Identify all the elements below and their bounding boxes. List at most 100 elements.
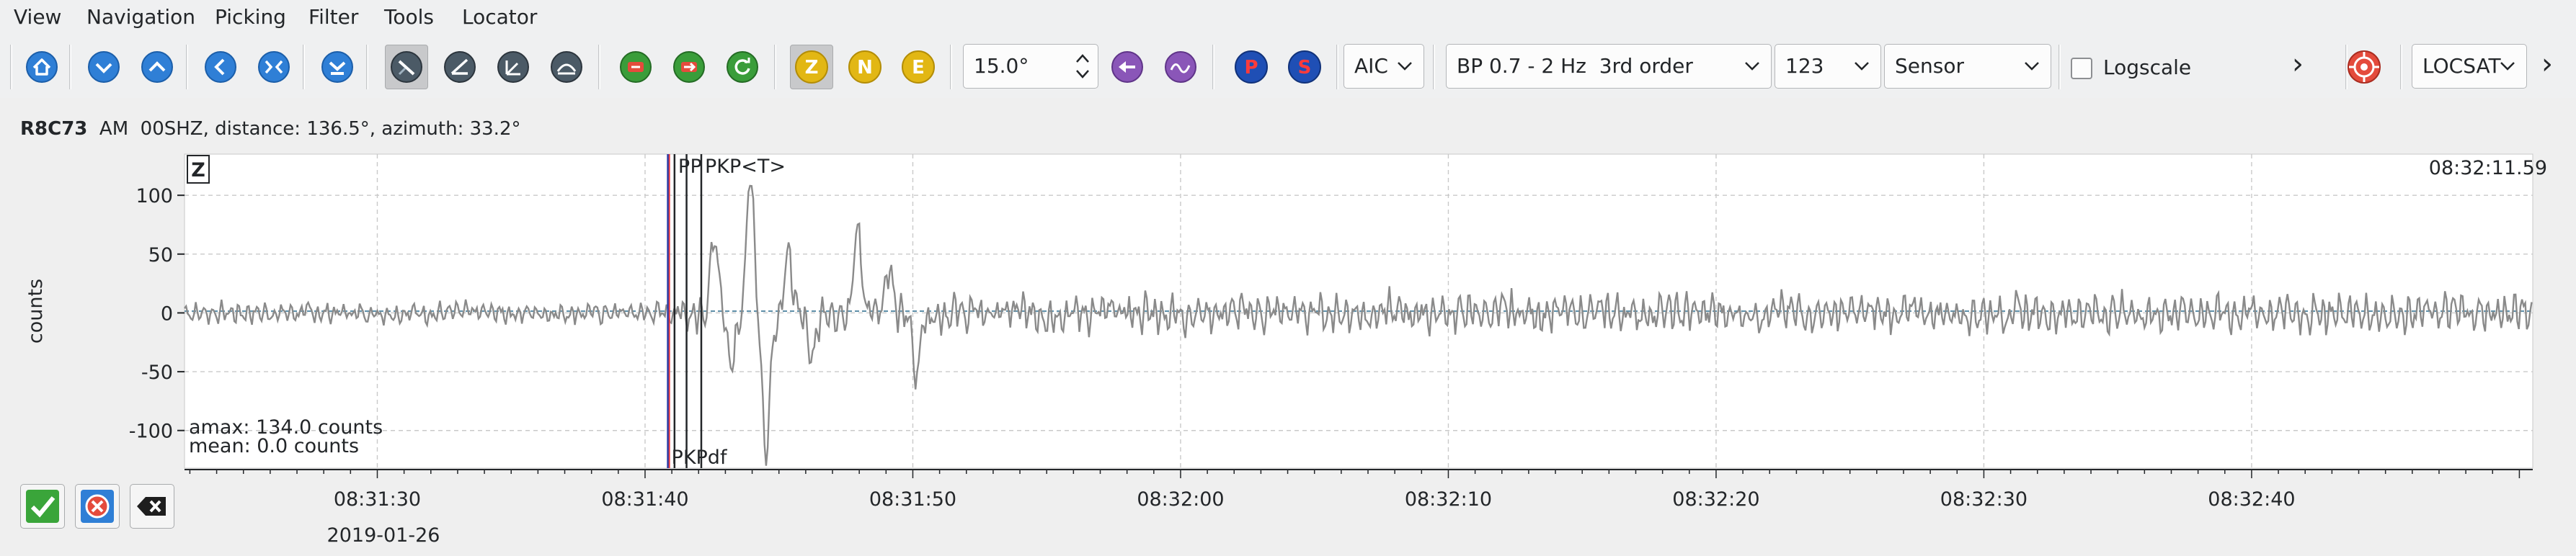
filter-number-value: 123: [1785, 54, 1824, 78]
angle-icon: [444, 51, 476, 83]
relocate-button[interactable]: [2342, 45, 2386, 89]
arrow-left-circle-icon: [205, 51, 236, 83]
locator-value: LOCSAT: [2422, 54, 2501, 78]
pick-p-button[interactable]: P: [1230, 45, 1273, 89]
phase-s-icon: S: [1288, 50, 1321, 84]
component-n-icon: N: [848, 50, 881, 84]
x-tick-label: 08:31:30: [334, 488, 421, 511]
y-tick-label: 50: [148, 244, 173, 266]
station-code: R8C73: [20, 118, 88, 140]
chevron-down-icon: [1398, 62, 1412, 71]
toolbar-separator: [186, 45, 188, 89]
align-origin-button[interactable]: [614, 45, 657, 89]
toolbar-separator: [366, 45, 368, 89]
chevron-down-icon: [2025, 62, 2039, 71]
zoom-fit-button[interactable]: [252, 45, 296, 89]
menu-navigation[interactable]: Navigation: [86, 4, 195, 30]
phase-s-letter: S: [1298, 57, 1312, 79]
radial-icon: [551, 51, 582, 83]
pick-label: P: [678, 156, 690, 178]
align-icon: [620, 51, 652, 83]
filter-value: BP 0.7 - 2 Hz 3rd order: [1457, 54, 1693, 78]
rotation-button[interactable]: [385, 45, 428, 89]
x-tick-label: 08:31:50: [869, 488, 956, 511]
reset-scale-button[interactable]: [316, 45, 359, 89]
backspace-icon: [137, 497, 166, 516]
zne-rotate-button[interactable]: [438, 45, 481, 89]
menu-view[interactable]: View: [14, 4, 61, 30]
y-axis-label: counts: [25, 279, 47, 344]
menu-picking[interactable]: Picking: [215, 4, 286, 30]
accept-button[interactable]: [20, 484, 65, 529]
mean-text: mean: 0.0 counts: [189, 435, 359, 457]
pick-increase-button[interactable]: [1159, 45, 1202, 89]
pick-left-icon: [1111, 51, 1143, 83]
lqt-rotate-button[interactable]: [492, 45, 535, 89]
x-tick-label: 08:31:40: [601, 488, 688, 511]
arrow-down-bar-icon: [321, 51, 353, 83]
toolbar-separator: [774, 45, 776, 89]
toolbar-more-button[interactable]: ›: [2292, 46, 2304, 82]
fit-width-icon: [258, 51, 290, 83]
filter-number-select[interactable]: 123: [1775, 44, 1881, 89]
toolbar-separator: [2058, 45, 2061, 89]
component-e-button[interactable]: E: [897, 45, 940, 89]
refresh-icon: [727, 51, 758, 83]
menu-bar: View Navigation Picking Filter Tools Loc…: [0, 0, 2576, 36]
y-tick-label: 100: [136, 185, 173, 207]
filter-select[interactable]: BP 0.7 - 2 Hz 3rd order: [1446, 44, 1772, 89]
align-pick-button[interactable]: [667, 45, 711, 89]
picker-value: AIC: [1354, 54, 1388, 78]
menu-filter[interactable]: Filter: [308, 4, 358, 30]
next-trace-button[interactable]: [82, 45, 125, 89]
component-z-button[interactable]: Z: [790, 45, 833, 89]
trace-plot[interactable]: 100500-50-100 08:31:30 08:31:40 08:31:50 08…: [0, 144, 2576, 556]
amplitude-value: 15.0°: [974, 54, 1029, 78]
trace-info: AM 00SHZ, distance: 136.5°, azimuth: 33.…: [87, 118, 521, 140]
y-tick-label: -50: [141, 362, 173, 384]
component-n-button[interactable]: N: [843, 45, 887, 89]
date-label: 2019-01-26: [327, 524, 440, 547]
amplitude-spinbox[interactable]: 15.0°: [963, 44, 1098, 89]
zrt-rotate-button[interactable]: [545, 45, 588, 89]
toolbar-separator: [69, 45, 71, 89]
toolbar-separator: [1336, 45, 1338, 89]
previous-trace-button[interactable]: [136, 45, 179, 89]
logscale-label: Logscale: [2103, 55, 2192, 79]
spin-arrows-icon[interactable]: [1073, 49, 1092, 84]
locator-select[interactable]: LOCSAT: [2412, 44, 2527, 89]
check-icon: [26, 490, 59, 523]
pick-decrease-button[interactable]: [1106, 45, 1149, 89]
unit-select[interactable]: Sensor: [1884, 44, 2051, 89]
x-tick-label: 08:32:40: [2208, 488, 2295, 511]
toolbar-overflow-button[interactable]: ›: [2541, 46, 2553, 82]
component-z-icon: Z: [795, 50, 828, 84]
delete-button[interactable]: [130, 484, 174, 529]
reject-button[interactable]: [75, 484, 120, 529]
component-label: Z: [191, 159, 205, 181]
component-n-letter: N: [857, 57, 873, 79]
home-icon: [26, 51, 58, 83]
x-axis: 08:31:30 08:31:40 08:31:50 08:32:00 08:32:10…: [185, 469, 2533, 511]
menu-tools[interactable]: Tools: [384, 4, 434, 30]
toolbar-separator: [10, 45, 12, 89]
logscale-checkbox[interactable]: [2071, 58, 2092, 79]
align-arrow-icon: [673, 51, 705, 83]
pick-label: P: [690, 156, 702, 178]
home-button[interactable]: [20, 45, 63, 89]
trace-time-label: 08:32:11.59: [2429, 157, 2547, 179]
align-theoretical-button[interactable]: [721, 45, 764, 89]
menu-locator[interactable]: Locator: [462, 4, 537, 30]
scroll-left-button[interactable]: [199, 45, 242, 89]
axes-icon: [497, 51, 529, 83]
picker-select[interactable]: AIC: [1343, 44, 1424, 89]
pick-s-button[interactable]: S: [1283, 45, 1326, 89]
pick-label: PKP<T>: [705, 156, 786, 178]
component-z-letter: Z: [805, 57, 819, 79]
y-axis: 100 50 0 -50 -100: [129, 185, 185, 443]
phase-p-icon: P: [1235, 50, 1268, 84]
chevron-down-icon: [1745, 62, 1759, 71]
x-tick-label: 08:32:10: [1405, 488, 1492, 511]
toolbar-separator: [1212, 45, 1214, 89]
rotate-icon: [391, 51, 422, 83]
